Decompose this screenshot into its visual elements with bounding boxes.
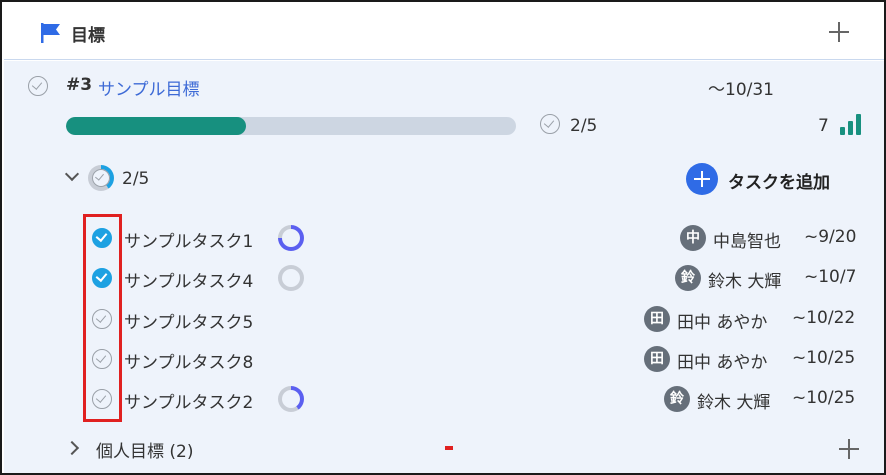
task-due-date: ~9/20 — [804, 227, 857, 247]
add-personal-goal-button[interactable] — [837, 437, 861, 461]
avatar: 鈴 — [664, 386, 690, 412]
task-due-date: ~10/25 — [792, 388, 856, 408]
goal-card: #3 サンプル目標 〜10/31 2/5 7 2/5 タスクを追加 サンプルタス… — [4, 61, 884, 473]
task-due-date: ~10/25 — [792, 348, 856, 368]
task-assignee: 中島智也 — [713, 232, 781, 252]
task-due-date: ~10/22 — [792, 308, 856, 328]
task-row[interactable]: サンプルタスク4 鈴 鈴木 大輝 ~10/7 — [4, 258, 884, 298]
tasks-check-icon — [92, 169, 110, 187]
tasks-count: 2/5 — [122, 169, 150, 189]
task-progress-ring-icon — [278, 386, 304, 412]
plus-circle-icon — [686, 163, 718, 195]
bar-chart-icon — [840, 113, 862, 135]
task-check-icon[interactable] — [92, 349, 112, 369]
progress-check-icon — [540, 114, 560, 134]
task-assignee: 鈴木 大輝 — [697, 393, 771, 413]
task-row[interactable]: サンプルタスク8 田 田中 あやか ~10/25 — [4, 339, 884, 379]
task-name: サンプルタスク1 — [124, 232, 254, 252]
goal-number: #3 — [66, 75, 93, 95]
goal-progress-count: 2/5 — [570, 116, 598, 136]
red-dash-mark — [445, 446, 453, 450]
task-name: サンプルタスク8 — [124, 353, 254, 373]
task-check-icon[interactable] — [92, 268, 112, 288]
task-check-icon[interactable] — [92, 389, 112, 409]
goal-progress-bar — [66, 117, 516, 135]
task-name: サンプルタスク4 — [124, 272, 254, 292]
flag-icon — [41, 23, 60, 43]
task-name: サンプルタスク5 — [124, 313, 254, 333]
avatar: 中 — [680, 225, 706, 251]
task-check-icon[interactable] — [92, 228, 112, 248]
goal-due-date: 〜10/31 — [708, 80, 774, 100]
task-check-icon[interactable] — [92, 309, 112, 329]
personal-goals-toggle[interactable]: 個人目標 (2) — [96, 437, 193, 462]
goal-check-icon[interactable] — [28, 76, 48, 96]
avatar: 田 — [644, 306, 670, 332]
task-progress-ring-icon — [278, 225, 304, 251]
chevron-down-icon[interactable] — [64, 166, 80, 182]
panel-title: 目標 — [71, 26, 105, 46]
task-row[interactable]: サンプルタスク2 鈴 鈴木 大輝 ~10/25 — [4, 379, 884, 419]
task-row[interactable]: サンプルタスク5 田 田中 あやか ~10/22 — [4, 299, 884, 339]
goal-progress-fill — [66, 117, 246, 135]
task-row[interactable]: サンプルタスク1 中 中島智也 ~9/20 — [4, 218, 884, 258]
task-progress-ring-icon — [278, 265, 304, 291]
add-goal-button[interactable] — [827, 20, 851, 44]
panel-header: 目標 — [4, 4, 884, 60]
task-assignee: 田中 あやか — [677, 353, 768, 373]
chevron-right-icon[interactable] — [64, 440, 80, 456]
task-name: サンプルタスク2 — [124, 393, 254, 413]
task-due-date: ~10/7 — [804, 267, 857, 287]
avatar: 田 — [644, 346, 670, 372]
task-assignee: 鈴木 大輝 — [708, 272, 782, 292]
goal-score: 7 — [818, 116, 829, 136]
goal-panel: 目標 #3 サンプル目標 〜10/31 2/5 7 2/5 タスクを追加 サンプ… — [0, 0, 886, 475]
task-assignee: 田中 あやか — [677, 313, 768, 333]
goal-name-link[interactable]: サンプル目標 — [98, 75, 200, 100]
add-task-label: タスクを追加 — [728, 173, 830, 193]
avatar: 鈴 — [675, 265, 701, 291]
